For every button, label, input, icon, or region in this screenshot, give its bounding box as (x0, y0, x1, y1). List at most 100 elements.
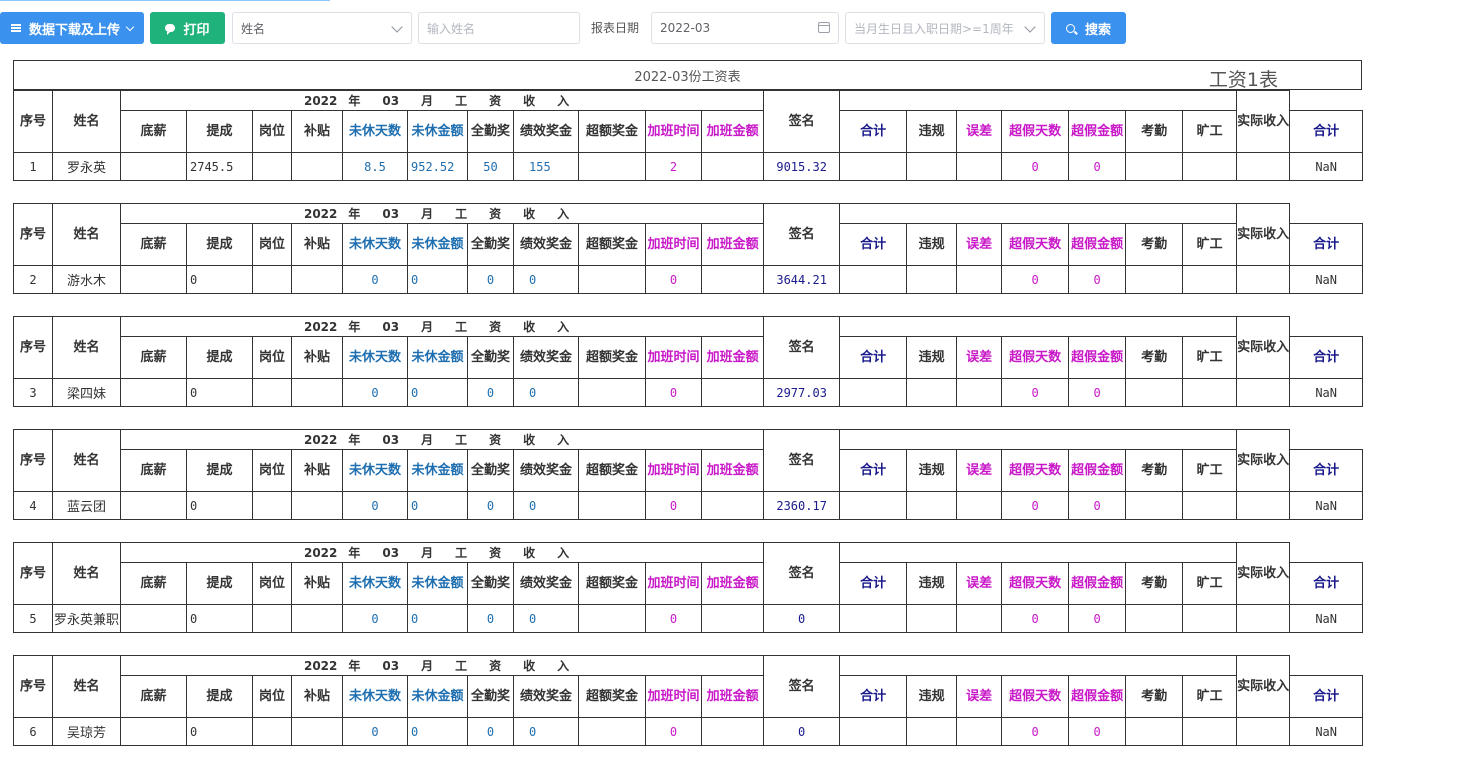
seq-header: 序号 (13, 655, 53, 718)
commission-cell: 0 (186, 378, 253, 407)
over-leave-days-header: 超假天数 (1001, 223, 1070, 266)
error-header: 误差 (956, 223, 1003, 266)
ot-hours-cell: 0 (645, 491, 702, 520)
income-month-unit: 月 (421, 433, 434, 447)
base-cell (120, 265, 187, 294)
post-cell (252, 491, 292, 520)
ot-hours-header: 加班时间 (645, 223, 702, 266)
attendance-bonus-header: 全勤奖 (467, 562, 514, 605)
attendance-header: 考勤 (1125, 223, 1184, 266)
name-cell: 蓝云团 (52, 491, 121, 520)
commission-cell: 0 (186, 265, 253, 294)
income-total-cell: 0 (763, 604, 841, 633)
seq-cell: 4 (13, 491, 53, 520)
report-date-value: 2022-03 (660, 21, 711, 35)
actual-income-header: 实际收入 (1236, 429, 1291, 492)
perf-bonus-header: 绩效奖金 (513, 110, 579, 153)
income-month: 03 (382, 659, 400, 673)
name-cell: 吴琼芳 (52, 717, 121, 746)
deduction-header (839, 429, 1238, 450)
unrest-amount-cell: 952.52 (407, 152, 468, 181)
perf-bonus-cell: 0 (513, 717, 579, 746)
sign-header: 签名 (763, 203, 841, 266)
income-month: 03 (382, 94, 400, 108)
report-date-picker[interactable]: 2022-03 (651, 12, 839, 44)
over-leave-days-cell: 0 (1001, 152, 1070, 181)
ot-hours-cell: 2 (645, 152, 702, 181)
over-leave-days-cell: 0 (1001, 265, 1070, 294)
search-button[interactable]: 搜索 (1051, 12, 1126, 44)
employee-salary-table: 序号 姓名 2022 年 03 月 工 资 收 入 签名 实际收入 底薪 提成 岗位 补贴 未… (13, 429, 1364, 520)
deduction-header (839, 655, 1238, 676)
allowance-cell (291, 604, 343, 633)
allowance-cell (291, 152, 343, 181)
income-year-unit: 年 (348, 320, 361, 334)
income-word-3: 收 (523, 320, 536, 334)
deduction-total-header: 合计 (1289, 449, 1364, 492)
salary-sheet: 2022-03份工资表 工资1表 序号 姓名 2022 年 03 月工资收入 签名 实… (13, 60, 1364, 768)
download-upload-button[interactable]: 数据下载及上传 (0, 12, 144, 44)
attendance-cell (1125, 604, 1184, 633)
menu-icon (10, 24, 21, 32)
base-header: 底薪 (120, 675, 187, 718)
print-label: 打印 (183, 22, 210, 38)
absent-cell (1182, 378, 1238, 407)
name-header: 姓名 (52, 542, 121, 605)
excess-bonus-cell (578, 491, 646, 520)
table-row: 2 游水木 0 0 0 0 0 0 3644.21 0 0 NaN (13, 265, 1364, 294)
income-year-unit: 年 (348, 433, 361, 447)
ot-hours-header: 加班时间 (645, 562, 702, 605)
base-cell (120, 378, 187, 407)
income-word-1: 工 (455, 94, 468, 108)
ot-amount-cell (700, 152, 765, 181)
post-cell (252, 265, 292, 294)
attendance-header: 考勤 (1125, 449, 1184, 492)
table-row: 1 罗永英 2745.5 8.5 952.52 50 155 2 9015.32… (13, 152, 1364, 181)
perf-bonus-header: 绩效奖金 (513, 449, 579, 492)
income-total-header: 合计 (839, 110, 908, 153)
excess-bonus-header: 超额奖金 (578, 223, 646, 266)
income-header: 2022 年 03 月 工 资 收 入 (119, 316, 765, 337)
violation-header: 违规 (906, 110, 958, 153)
attendance-bonus-header: 全勤奖 (467, 110, 514, 153)
error-cell (956, 378, 1003, 407)
name-cell: 梁四妹 (52, 378, 121, 407)
deduction-total-header: 合计 (1289, 675, 1364, 718)
name-cell: 罗永英 (52, 152, 121, 181)
name-field-select[interactable]: 姓名 (232, 12, 412, 44)
income-word-4: 入 (557, 94, 570, 108)
ot-hours-header: 加班时间 (645, 110, 702, 153)
birthday-filter-select[interactable]: 当月生日且入职日期>=1周年 (845, 12, 1045, 44)
commission-cell: 2745.5 (186, 152, 253, 181)
income-header: 2022 年 03 月 工 资 收 入 (119, 90, 765, 111)
commission-header: 提成 (186, 449, 253, 492)
unrest-amount-cell: 0 (407, 604, 468, 633)
error-header: 误差 (956, 449, 1003, 492)
absent-header: 旷工 (1182, 110, 1238, 153)
absent-header: 旷工 (1182, 223, 1238, 266)
income-total-cell: 0 (763, 717, 841, 746)
calendar-icon (818, 22, 830, 33)
deduction-total-header: 合计 (1289, 110, 1364, 153)
sign-header: 签名 (763, 316, 841, 379)
chevron-down-icon (1024, 21, 1036, 33)
deduction-total-header: 合计 (1289, 223, 1364, 266)
error-header: 误差 (956, 336, 1003, 379)
unrest-amount-header: 未休金额 (407, 110, 468, 153)
absent-cell (1182, 717, 1238, 746)
print-button[interactable]: 打印 (150, 12, 225, 44)
absent-header: 旷工 (1182, 336, 1238, 379)
ot-amount-cell (700, 265, 765, 294)
income-word-1: 工 (455, 433, 468, 447)
violation-cell (906, 604, 958, 633)
income-word-2: 资 (489, 320, 502, 334)
absent-header: 旷工 (1182, 675, 1238, 718)
seq-header: 序号 (13, 542, 53, 605)
name-search-input[interactable]: 输入姓名 (418, 12, 580, 44)
income-year: 2022 (303, 207, 338, 221)
seq-cell: 5 (13, 604, 53, 633)
ot-amount-cell (700, 604, 765, 633)
perf-bonus-cell: 0 (513, 378, 579, 407)
over-leave-days-cell: 0 (1001, 491, 1070, 520)
violation-cell (906, 717, 958, 746)
